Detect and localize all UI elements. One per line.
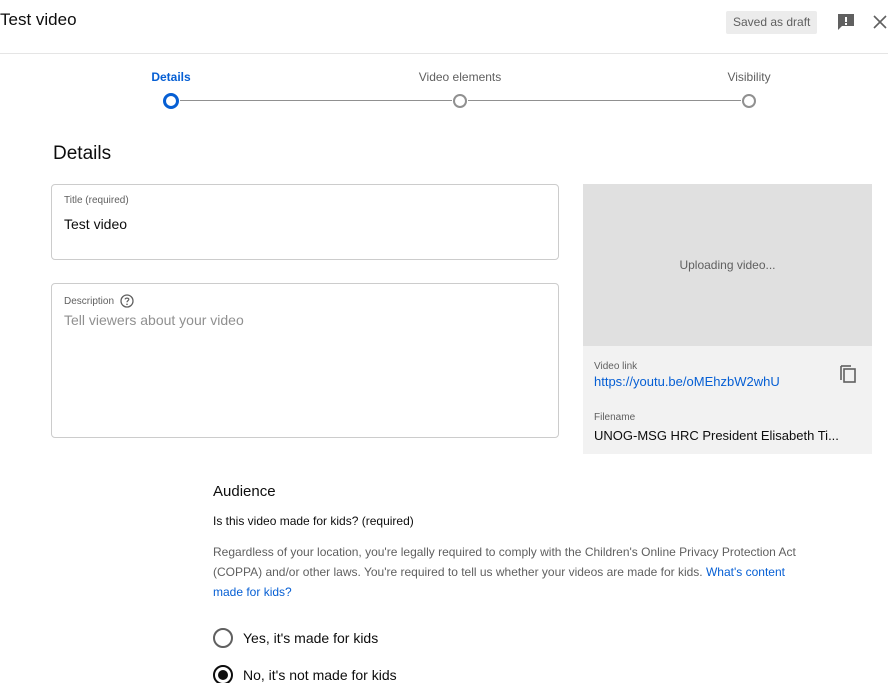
step-visibility-indicator[interactable] (742, 94, 756, 108)
radio-label[interactable]: Yes, it's made for kids (243, 630, 378, 646)
video-info-panel: Uploading video... Video link https://yo… (583, 184, 872, 454)
radio-button[interactable] (213, 628, 233, 648)
step-video-elements[interactable]: Video elements (419, 70, 502, 84)
dialog-title: Test video (0, 10, 77, 29)
copy-icon[interactable] (837, 362, 859, 384)
coppa-explanation: Regardless of your location, you're lega… (213, 545, 796, 599)
step-connector (180, 100, 452, 101)
description-field[interactable]: Description Tell viewers about your vide… (51, 283, 559, 438)
radio-made-for-kids-no[interactable]: No, it's not made for kids (213, 665, 397, 683)
title-field[interactable]: Title (required) Test video (51, 184, 559, 260)
radio-button-selected[interactable] (213, 665, 233, 683)
step-connector (468, 100, 741, 101)
close-icon[interactable] (872, 12, 888, 32)
filename-label: Filename (594, 412, 636, 423)
radio-made-for-kids-yes[interactable]: Yes, it's made for kids (213, 628, 378, 648)
step-details[interactable]: Details (151, 70, 190, 84)
step-details-indicator[interactable] (163, 93, 179, 109)
description-input[interactable]: Tell viewers about your video (64, 312, 244, 328)
title-field-label: Title (required) (64, 195, 129, 206)
section-title: Details (53, 143, 112, 164)
step-video-elements-indicator[interactable] (453, 94, 467, 108)
feedback-icon[interactable] (836, 12, 856, 32)
audience-title: Audience (213, 483, 276, 500)
description-field-label: Description (64, 294, 134, 308)
progress-stepper: Details Video elements Visibility (0, 54, 888, 124)
video-preview: Uploading video... (583, 184, 872, 346)
radio-label[interactable]: No, it's not made for kids (243, 667, 397, 683)
help-icon[interactable] (120, 294, 134, 308)
step-visibility[interactable]: Visibility (727, 70, 770, 84)
made-for-kids-question: Is this video made for kids? (required) (213, 514, 414, 528)
video-link[interactable]: https://youtu.be/oMEhzbW2whU (594, 374, 780, 389)
filename-value: UNOG-MSG HRC President Elisabeth Ti... (594, 428, 839, 443)
upload-status: Uploading video... (679, 258, 776, 272)
video-link-label: Video link (594, 361, 638, 372)
draft-status-badge: Saved as draft (726, 11, 818, 34)
title-input[interactable]: Test video (64, 216, 127, 232)
dialog-header: Test video Saved as draft (0, 0, 888, 54)
